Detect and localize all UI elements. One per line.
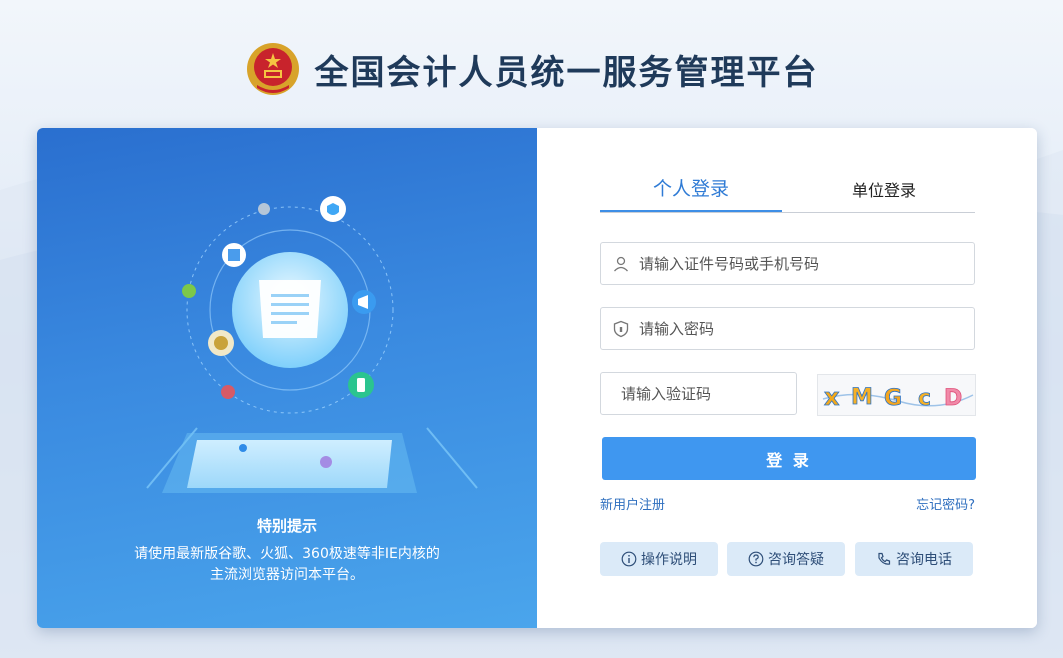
captcha-image[interactable]: x M G c D <box>817 374 976 416</box>
consult-phone-button[interactable]: 咨询电话 <box>855 542 973 576</box>
svg-text:c: c <box>918 386 931 411</box>
username-field[interactable] <box>600 242 975 285</box>
login-panel: 个人登录 单位登录 x M <box>537 128 1037 628</box>
faq-label: 咨询答疑 <box>768 552 824 568</box>
platform-illustration <box>146 196 478 493</box>
svg-text:D: D <box>944 386 962 411</box>
lock-shield-icon <box>613 320 629 337</box>
site-header: 全国会计人员统一服务管理平台 <box>0 34 1063 104</box>
page-title: 全国会计人员统一服务管理平台 <box>314 52 819 93</box>
forgot-password-link[interactable]: 忘记密码? <box>916 494 975 513</box>
tip-text: 请使用最新版谷歌、火狐、360极速等非IE内核的 主流浏览器访问本平台。 <box>97 544 477 586</box>
register-link[interactable]: 新用户注册 <box>600 494 665 513</box>
operation-guide-label: 操作说明 <box>641 552 697 568</box>
tab-personal-login[interactable]: 个人登录 <box>600 174 782 212</box>
tip-line: 主流浏览器访问本平台。 <box>210 567 364 583</box>
tab-unit-login[interactable]: 单位登录 <box>793 174 975 210</box>
password-input[interactable] <box>637 318 974 339</box>
login-tabs: 个人登录 单位登录 <box>600 174 975 213</box>
login-button[interactable]: 登 录 <box>602 437 976 480</box>
svg-text:x: x <box>824 383 840 411</box>
phone-icon <box>878 552 891 565</box>
info-panel: 特别提示 请使用最新版谷歌、火狐、360极速等非IE内核的 主流浏览器访问本平台… <box>37 128 537 628</box>
faq-button[interactable]: 咨询答疑 <box>727 542 845 576</box>
user-icon <box>614 256 628 271</box>
svg-text:G: G <box>884 386 902 411</box>
login-card: 特别提示 请使用最新版谷歌、火狐、360极速等非IE内核的 主流浏览器访问本平台… <box>37 128 1037 628</box>
tip-title: 特别提示 <box>256 517 317 535</box>
captcha-field[interactable] <box>600 372 817 415</box>
question-icon <box>748 551 764 567</box>
operation-guide-button[interactable]: 操作说明 <box>600 542 718 576</box>
info-icon <box>621 551 637 567</box>
captcha-input[interactable] <box>619 383 817 404</box>
tip-line: 请使用最新版谷歌、火狐、360极速等非IE内核的 <box>134 546 440 562</box>
password-field[interactable] <box>600 307 975 350</box>
username-input[interactable] <box>637 253 974 274</box>
svg-text:M: M <box>851 385 873 410</box>
national-emblem-icon <box>246 43 299 95</box>
consult-phone-label: 咨询电话 <box>896 552 952 568</box>
